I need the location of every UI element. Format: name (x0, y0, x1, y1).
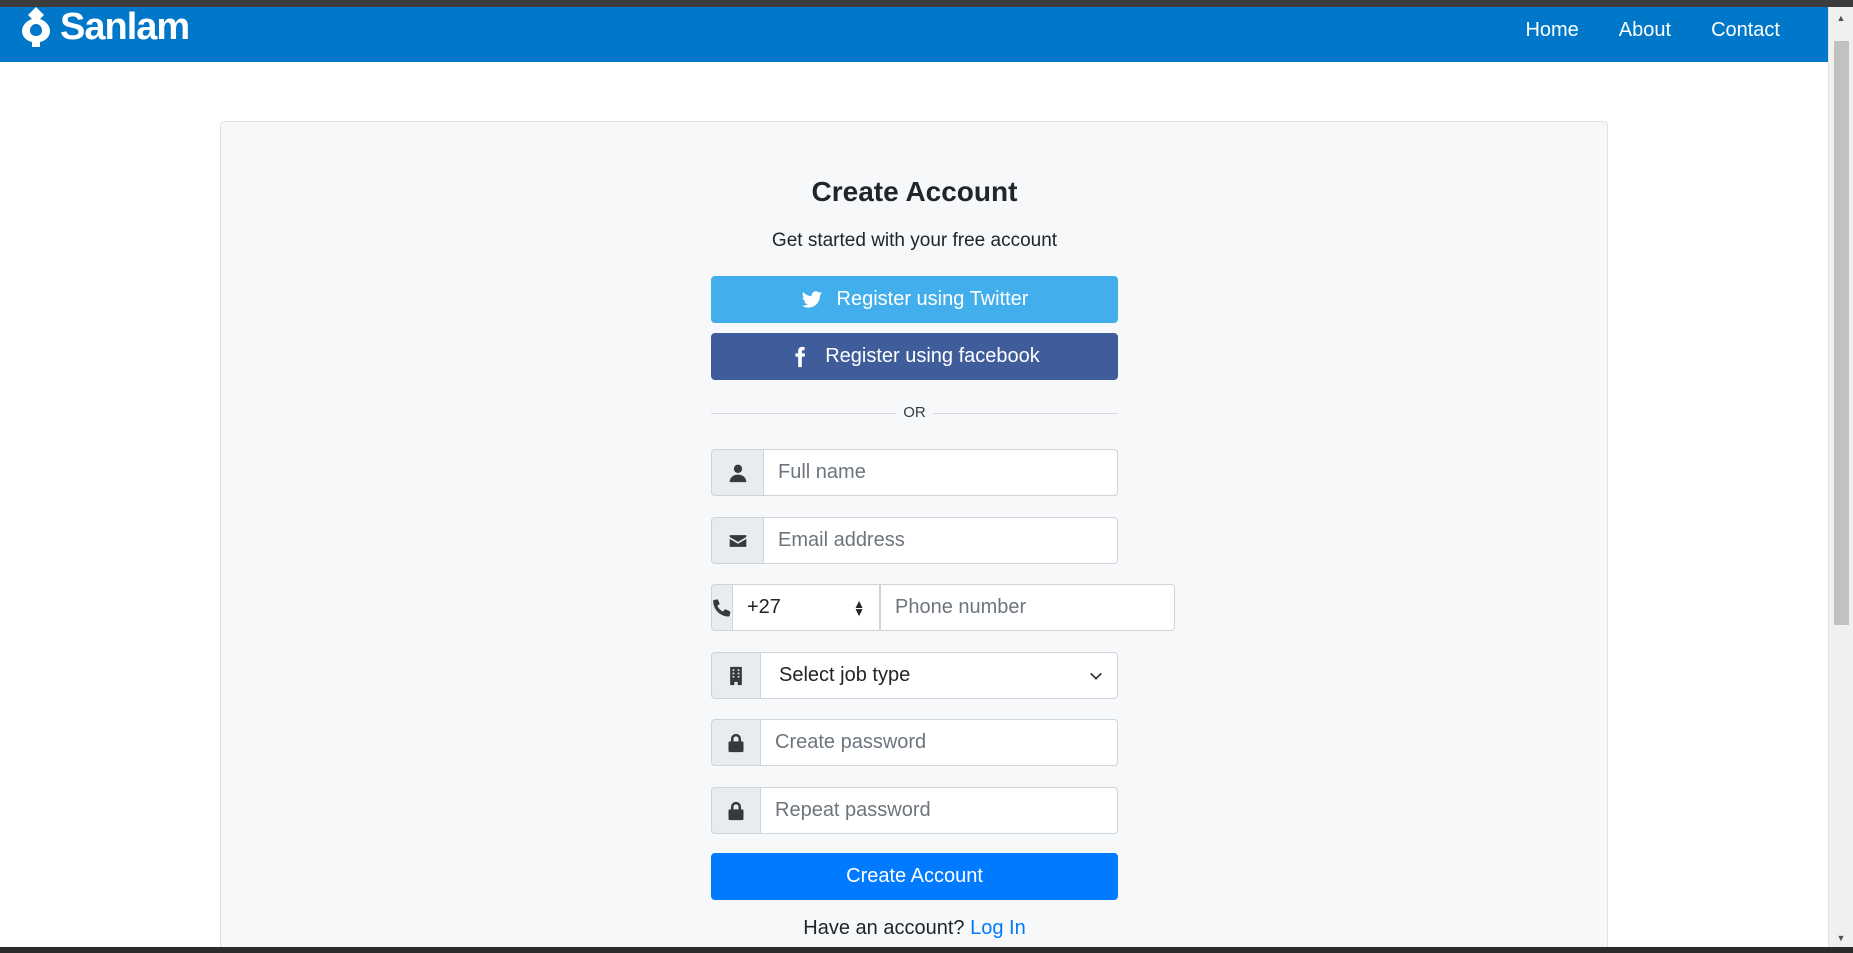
repeat-password-input[interactable] (760, 787, 1118, 834)
window-top-edge (0, 0, 1853, 7)
phone-group: +27 ▲ ▼ (711, 584, 1175, 631)
lock-icon (728, 733, 744, 752)
nav-contact-link[interactable]: Contact (1691, 13, 1800, 48)
password-input[interactable] (760, 719, 1118, 766)
envelope-icon (729, 534, 746, 547)
repeat-password-addon (711, 787, 760, 834)
job-type-select[interactable]: Select job type (760, 652, 1118, 699)
sort-arrows-icon: ▲ ▼ (853, 596, 865, 619)
full-name-group (711, 449, 1118, 496)
form-title: Create Account (811, 176, 1018, 207)
email-addon (711, 517, 763, 564)
facebook-icon (795, 346, 806, 367)
password-addon (711, 719, 760, 766)
email-input[interactable] (763, 517, 1118, 564)
scrollbar-thumb[interactable] (1834, 41, 1849, 625)
country-code-value: +27 (747, 596, 781, 618)
brand[interactable]: Sanlam (18, 7, 190, 48)
twitter-icon (801, 290, 822, 308)
lock-icon (728, 801, 744, 820)
or-divider-text: OR (903, 404, 926, 421)
page-viewport: Sanlam Home About Contact Create Account… (0, 7, 1828, 947)
chevron-down-icon (1090, 672, 1102, 680)
email-group (711, 517, 1118, 564)
sanlam-logo-icon (22, 7, 50, 47)
brand-name: Sanlam (60, 7, 190, 48)
nav-links: Home About Contact (1505, 13, 1800, 48)
password-group (711, 719, 1118, 766)
register-facebook-button[interactable]: Register using facebook (711, 333, 1118, 380)
repeat-password-group (711, 787, 1118, 834)
phone-input[interactable] (880, 584, 1175, 631)
register-facebook-label: Register using facebook (825, 345, 1040, 367)
login-prompt-text: Have an account? (803, 917, 965, 939)
login-link[interactable]: Log In (970, 917, 1026, 939)
nav-about-link[interactable]: About (1599, 13, 1691, 48)
job-type-value: Select job type (779, 664, 911, 686)
phone-icon (713, 598, 731, 616)
building-icon (730, 666, 742, 685)
scroll-up-arrow-icon[interactable]: ▲ (1829, 9, 1853, 27)
phone-addon (711, 584, 732, 631)
navbar: Sanlam Home About Contact (0, 7, 1828, 62)
scroll-down-arrow-icon[interactable]: ▼ (1829, 929, 1853, 947)
full-name-input[interactable] (763, 449, 1118, 496)
nav-home-link[interactable]: Home (1505, 13, 1598, 48)
form-subtitle: Get started with your free account (771, 230, 1058, 251)
user-icon (729, 464, 746, 482)
vertical-scrollbar[interactable]: ▲ ▼ (1828, 7, 1853, 947)
register-twitter-label: Register using Twitter (836, 288, 1029, 310)
window-bottom-edge (0, 947, 1853, 953)
job-type-group: Select job type (711, 652, 1118, 699)
job-type-addon (711, 652, 760, 699)
or-divider: OR (711, 403, 1118, 423)
country-code-select[interactable]: +27 ▲ ▼ (732, 584, 880, 631)
create-account-button[interactable]: Create Account (711, 853, 1118, 900)
signup-card: Create Account Get started with your fre… (220, 121, 1608, 947)
full-name-addon (711, 449, 763, 496)
login-prompt: Have an account? Log In (711, 917, 1118, 940)
register-twitter-button[interactable]: Register using Twitter (711, 276, 1118, 323)
